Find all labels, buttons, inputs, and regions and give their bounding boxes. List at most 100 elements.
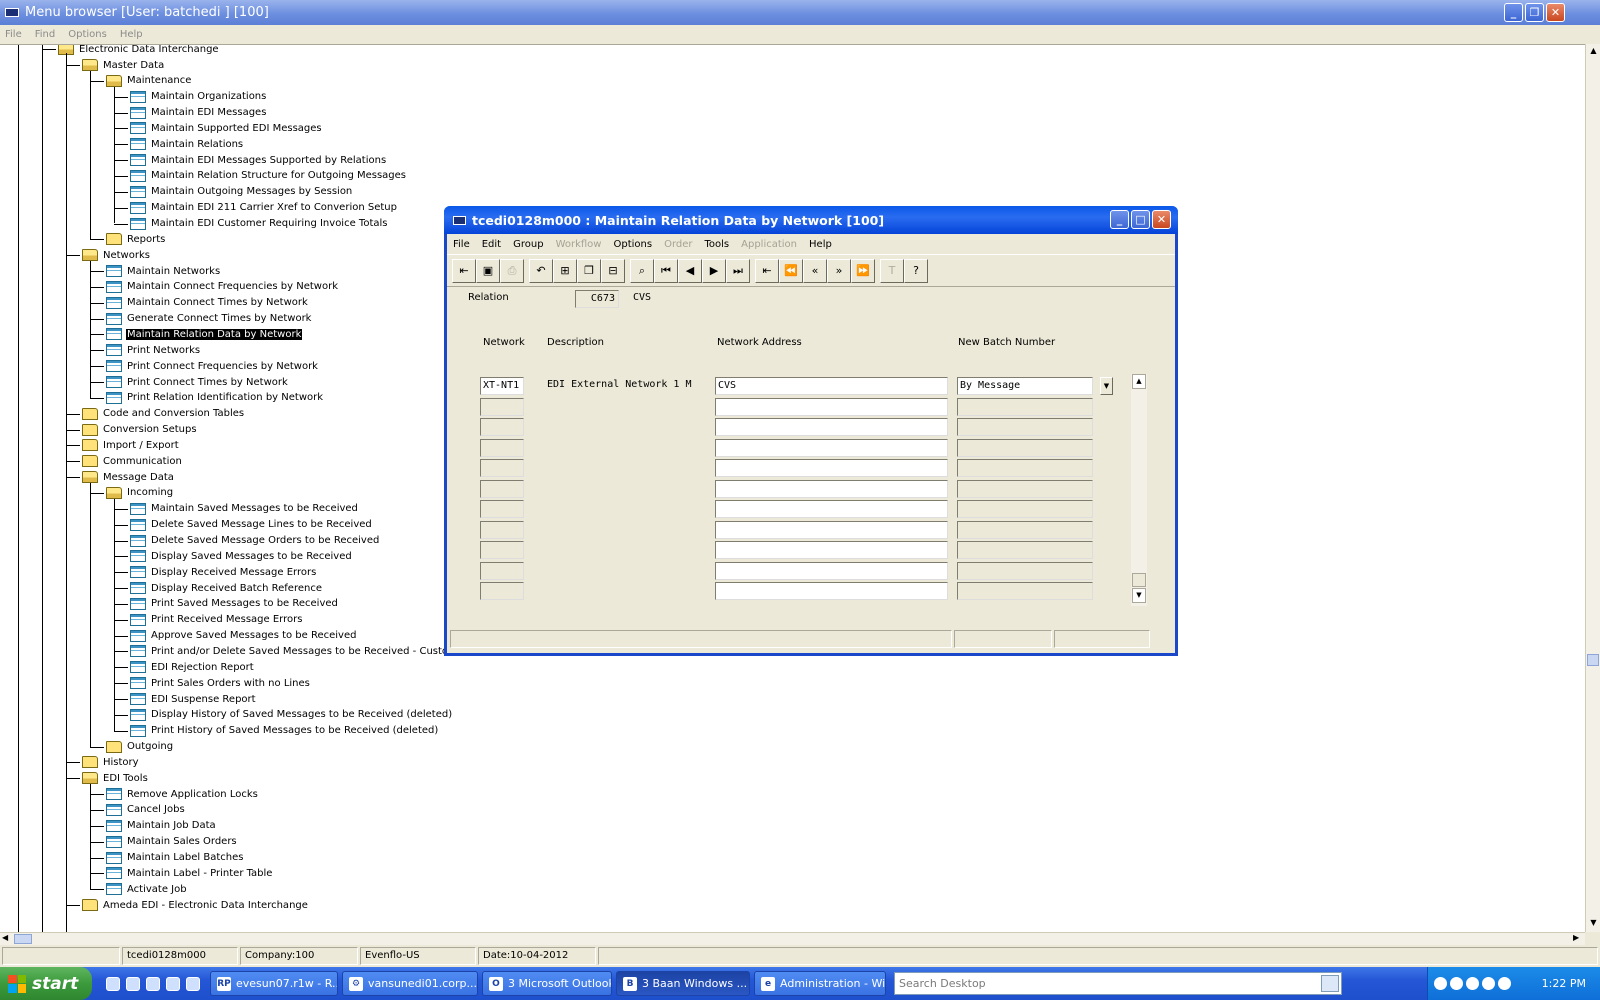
tree-node[interactable]: Maintain Label - Printer Table [106,865,273,881]
taskbar-button[interactable]: B 3 Baan Windows ... [616,971,750,996]
tree-node[interactable]: Maintain Job Data [106,818,217,834]
dialog-menu-file[interactable]: File [453,239,470,250]
tree-vertical-scrollbar[interactable]: ▲ ▼ [1585,44,1600,932]
previous-set-icon[interactable]: ⏪ [779,258,803,283]
tree-node[interactable]: Maintain Supported EDI Messages [130,120,323,136]
tree-node[interactable]: Ameda EDI - Electronic Data Interchange [82,897,309,913]
new-batch-number-field[interactable] [957,397,1093,416]
tree-node[interactable]: Print Connect Frequencies by Network [106,358,319,374]
tree-node[interactable]: Display Received Message Errors [130,564,317,580]
taskbar-button[interactable]: RP evesun07.r1w - R... [210,971,338,996]
save-icon[interactable]: ▣ [476,258,500,283]
dialog-menu-application[interactable]: Application [741,239,797,250]
network-field[interactable] [480,520,524,539]
network-address-field[interactable] [715,541,948,559]
network-address-field[interactable] [715,561,948,580]
tree-node[interactable]: Networks [82,247,151,263]
tree-node[interactable]: Maintain EDI 211 Carrier Xref to Converi… [130,200,398,216]
tree-node[interactable]: Delete Saved Message Orders to be Receiv… [130,533,380,549]
tray-icon[interactable] [1450,977,1463,990]
scroll-up-icon[interactable]: ▲ [1588,46,1599,56]
network-address-field[interactable] [715,500,948,518]
exit-icon[interactable]: ⇤ [452,258,476,283]
taskbar-button[interactable]: e Administration - Wi... [754,971,886,996]
network-address-field[interactable] [715,479,948,498]
network-address-field[interactable] [715,520,948,539]
restore-button[interactable]: ❐ [1525,3,1544,22]
menu-options[interactable]: Options [68,29,107,40]
tree-node[interactable]: Display Received Batch Reference [130,580,323,596]
tree-node[interactable]: Code and Conversion Tables [82,406,245,422]
tree-node[interactable]: Activate Job [106,881,188,897]
new-batch-number-field[interactable] [957,418,1093,436]
tree-node[interactable]: Delete Saved Message Lines to be Receive… [130,517,373,533]
grid-scroll-up-icon[interactable]: ▲ [1132,374,1146,389]
grid-scrollbar[interactable]: ▲ ▼ [1131,374,1147,606]
new-batch-number-field[interactable] [957,541,1093,559]
tree-node[interactable]: Print Relation Identification by Network [106,390,324,406]
first-record-icon[interactable]: ⏮ [654,258,678,283]
network-field[interactable] [480,582,524,600]
tree-node[interactable]: Maintain Organizations [130,89,267,105]
start-button[interactable]: start [0,967,92,1000]
tray-icon[interactable] [1466,977,1479,990]
scroll-left-icon[interactable]: ◀ [2,933,8,942]
dialog-menu-group[interactable]: Group [513,239,543,250]
tree-node[interactable]: EDI Suspense Report [130,691,257,707]
tree-node[interactable]: Generate Connect Times by Network [106,311,312,327]
tray-icon[interactable] [1434,977,1447,990]
tree-node[interactable]: Print and/or Delete Saved Messages to be… [130,643,459,659]
new-batch-number-field[interactable] [957,459,1093,477]
network-address-field[interactable] [715,418,948,436]
network-address-field[interactable] [715,438,948,457]
text-icon[interactable]: T [880,258,904,283]
network-field[interactable] [480,561,524,580]
previous-record-icon[interactable]: ◀ [678,258,702,283]
tree-node[interactable]: Print Sales Orders with no Lines [130,675,311,691]
delete-record-icon[interactable]: ⊟ [601,258,625,283]
first-set-icon[interactable]: ⇤ [755,258,779,283]
new-batch-number-field[interactable] [957,561,1093,580]
dialog-menu-order[interactable]: Order [664,239,692,250]
dialog-menu-edit[interactable]: Edit [482,239,501,250]
tree-node[interactable]: Communication [82,453,183,469]
new-batch-number-field[interactable]: By Message [957,377,1093,395]
insert-record-icon[interactable]: ⊞ [553,258,577,283]
tree-node[interactable]: Remove Application Locks [106,786,259,802]
tree-node[interactable]: Maintain EDI Messages [130,105,267,121]
dialog-menu-tools[interactable]: Tools [705,239,730,250]
last-set-icon[interactable]: ⏩ [851,258,875,283]
new-batch-number-field[interactable] [957,438,1093,457]
context-help-icon[interactable]: ? [904,258,928,283]
tray-icon[interactable] [1482,977,1495,990]
quick-launch-icon[interactable] [186,976,200,991]
grid-scroll-down-icon[interactable]: ▼ [1132,588,1146,603]
tree-node[interactable]: Print Received Message Errors [130,612,303,628]
batch-dropdown-button[interactable]: ▼ [1100,377,1113,395]
search-desktop-input[interactable]: Search Desktop [894,972,1342,995]
new-batch-number-field[interactable] [957,582,1093,600]
menu-file[interactable]: File [5,29,22,40]
tree-node[interactable]: Cancel Jobs [106,802,186,818]
network-field[interactable] [480,459,524,477]
quick-launch-icon[interactable] [166,976,180,991]
close-button[interactable]: ✕ [1546,3,1565,22]
dialog-menu-options[interactable]: Options [613,239,652,250]
network-field[interactable] [480,397,524,416]
tree-node[interactable]: Approve Saved Messages to be Received [130,628,357,644]
tree-node[interactable]: Maintain Relation Structure for Outgoing… [130,168,407,184]
tree-node[interactable]: Maintain Networks [106,263,221,279]
network-field[interactable]: XT-NT1 [480,377,524,395]
scroll-thumb[interactable] [1587,654,1599,666]
new-batch-number-field[interactable] [957,479,1093,498]
tree-node[interactable]: Message Data [82,469,175,485]
search-icon[interactable] [1321,975,1339,992]
tree-node[interactable]: History [82,754,140,770]
network-field[interactable] [480,479,524,498]
quick-launch-icon[interactable] [126,976,140,991]
network-field[interactable] [480,418,524,436]
dialog-close-button[interactable]: ✕ [1152,210,1171,229]
tree-node[interactable]: Incoming [106,485,174,501]
print-icon[interactable]: ⎙ [500,258,524,283]
h-scroll-thumb[interactable] [14,934,32,944]
